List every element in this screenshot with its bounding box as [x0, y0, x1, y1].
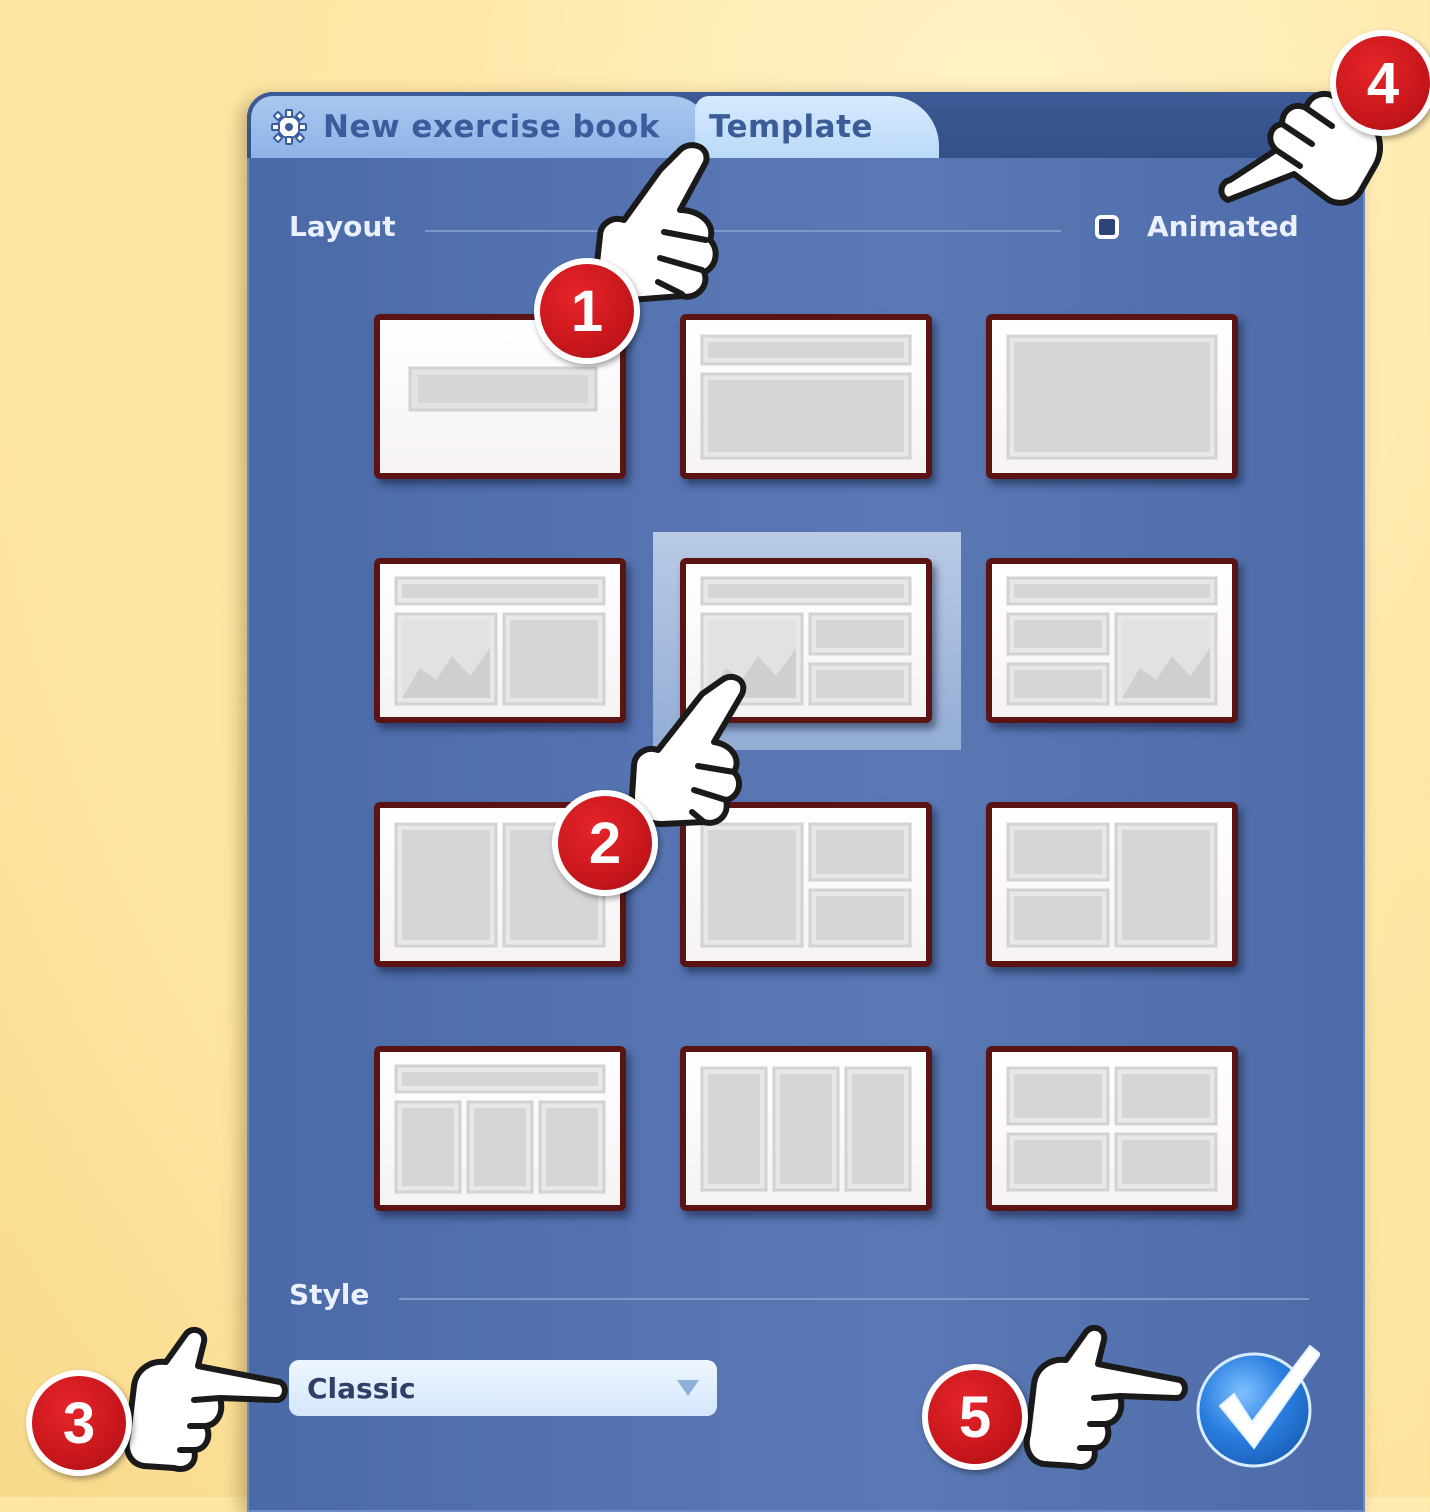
callout-badge-1: 1: [534, 258, 640, 364]
template-three-columns-preview: [700, 1066, 912, 1192]
style-section-label: Style: [289, 1278, 370, 1311]
gear-icon: [271, 109, 307, 145]
pointing-hand-icon: [123, 1326, 288, 1472]
style-divider: [399, 1298, 1309, 1300]
template-three-columns[interactable]: [680, 1046, 932, 1211]
callout-badge-5: 5: [922, 1364, 1028, 1470]
confirm-button[interactable]: [1192, 1340, 1320, 1468]
template-title-content-preview: [700, 334, 912, 460]
callout-badge-2: 2: [552, 790, 658, 896]
template-title-three-columns-preview: [394, 1064, 606, 1194]
callout-badge-3: 3: [26, 1370, 132, 1476]
animated-checkbox-box[interactable]: [1095, 214, 1119, 239]
pointing-hand-icon: [1023, 1324, 1188, 1470]
template-two-blocks-column[interactable]: [986, 802, 1238, 967]
animated-checkbox[interactable]: Animated: [1095, 210, 1299, 243]
template-four-blocks[interactable]: [986, 1046, 1238, 1211]
template-title-three-columns[interactable]: [374, 1046, 626, 1211]
layout-section-label: Layout: [289, 210, 396, 243]
new-exercise-book-dialog: New exercise book Template Layout Animat…: [247, 92, 1365, 1512]
style-dropdown[interactable]: Classic: [289, 1360, 717, 1416]
template-two-blocks-column-preview: [1006, 822, 1218, 948]
callout-badge-4: 4: [1330, 30, 1430, 136]
chevron-down-icon: [677, 1380, 699, 1396]
animated-label: Animated: [1147, 210, 1299, 243]
style-dropdown-value: Classic: [307, 1371, 416, 1405]
layout-divider: [425, 230, 1061, 232]
tab-strip: New exercise book Template: [247, 92, 1365, 158]
template-title-two-blocks-image[interactable]: [986, 558, 1238, 723]
template-title-image-content-preview: [394, 576, 606, 706]
template-four-blocks-preview: [1006, 1066, 1218, 1192]
template-title-two-blocks-image-preview: [1006, 576, 1218, 706]
template-content-only[interactable]: [986, 314, 1238, 479]
template-content-only-preview: [1006, 334, 1218, 460]
template-title-image-content[interactable]: [374, 558, 626, 723]
template-title-content[interactable]: [680, 314, 932, 479]
